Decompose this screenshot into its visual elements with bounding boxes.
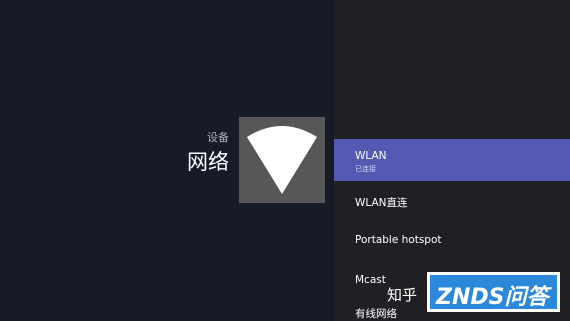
menu-item-portable-hotspot[interactable]: Portable hotspot [334,234,570,248]
wifi-tile [239,117,325,203]
menu-item-label: Mcast [355,274,386,286]
menu-item-sublabel: 已连接 [355,165,376,173]
menu-item-label: WLAN [355,150,387,162]
wifi-icon [247,126,317,194]
watermark-text: 知乎 [387,286,418,304]
watermark-brand: ZNDS问答 [436,285,549,310]
breadcrumb: 设备 [207,131,229,144]
watermark-badge-inner: ZNDS问答 [430,275,557,310]
watermark-badge: ZNDS问答 [427,272,560,312]
menu-item-wlan[interactable]: WLAN 已连接 [334,139,570,181]
menu-item-wlan-direct[interactable]: WLAN直连 [334,195,570,209]
menu-item-label: WLAN直连 [355,197,408,209]
menu-item-label: Portable hotspot [355,234,442,246]
page-title: 网络 [187,150,229,174]
menu-item-label: 有线网络 [355,308,397,320]
